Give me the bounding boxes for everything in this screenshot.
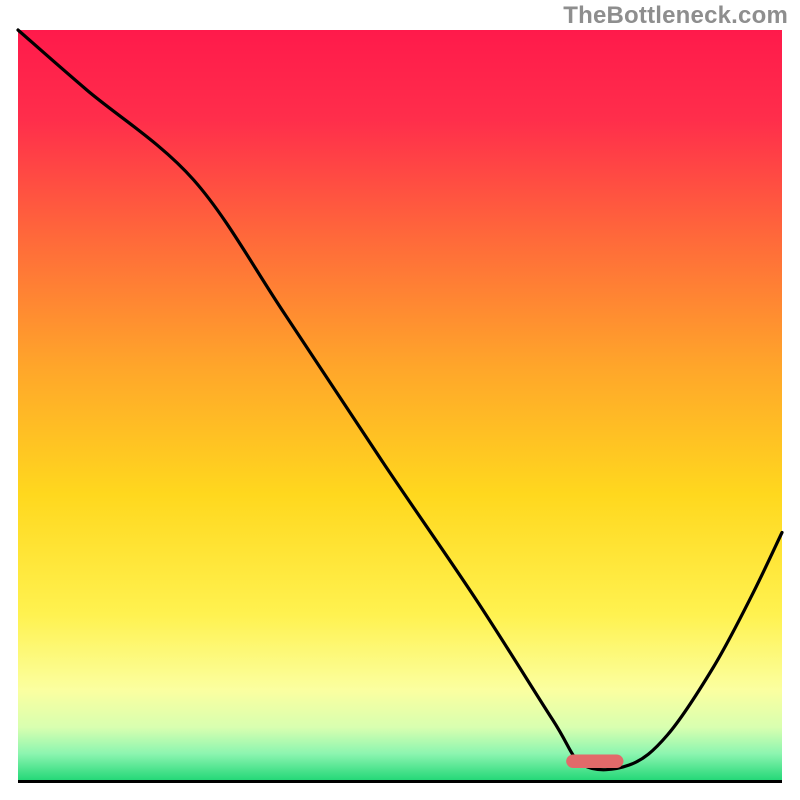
bottom-baseline (18, 780, 782, 783)
bottleneck-plot (0, 0, 800, 800)
optimal-marker (566, 755, 623, 769)
chart-frame: TheBottleneck.com (0, 0, 800, 800)
gradient-background (18, 30, 782, 780)
